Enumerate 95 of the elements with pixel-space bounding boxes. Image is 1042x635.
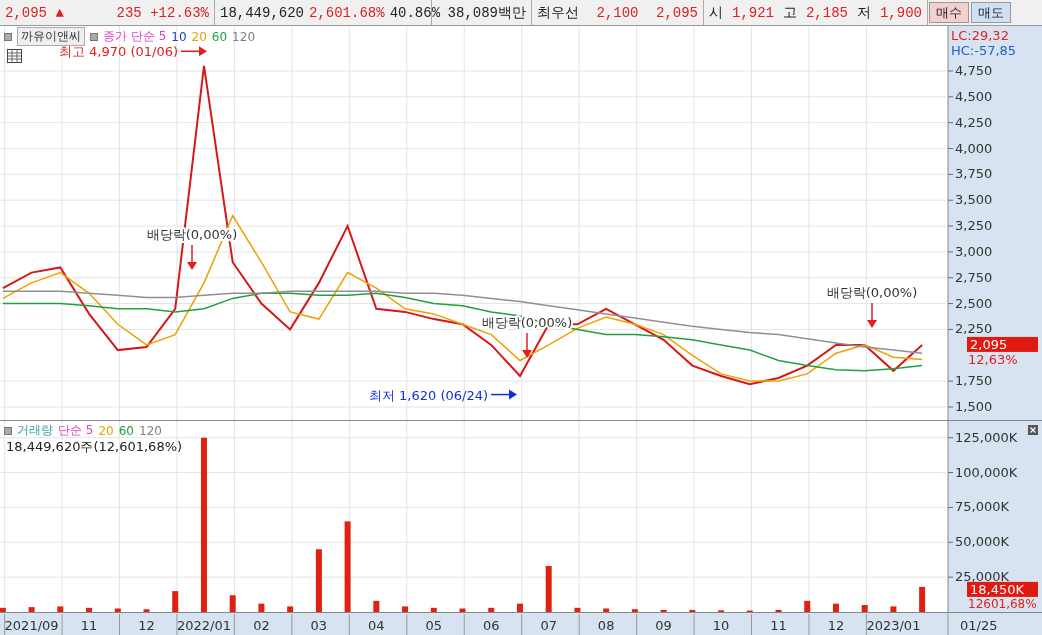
axis-label: 3,750 <box>955 166 993 182</box>
volume-bar <box>315 549 322 612</box>
axis-label: 2,500 <box>955 295 993 311</box>
legend-label: 단순 5 <box>58 422 94 439</box>
axis-label: 50,000K <box>955 534 1009 550</box>
volume-bar <box>919 586 926 612</box>
volume-bar <box>516 603 523 612</box>
date-label: 04 <box>368 618 385 633</box>
price-change: 235 <box>116 4 142 21</box>
date-label: 12 <box>138 618 155 633</box>
volume-bar <box>545 566 552 612</box>
turnover-ratio: 40.86% <box>389 4 441 21</box>
volume-rate: 12601,68% <box>968 596 1037 611</box>
legend-label: 60 <box>211 29 228 44</box>
legend-label: 120 <box>139 423 162 438</box>
best-bid: 2,095 <box>656 4 698 21</box>
up-arrow-icon: ▲ <box>55 4 64 21</box>
legend-label: 거래량 <box>17 422 53 439</box>
date-label: 08 <box>597 618 615 633</box>
current-price: 2,095 <box>5 4 47 21</box>
legend-toggle-icon[interactable] <box>4 426 12 435</box>
annotation-label: 배당락(0,00%) <box>826 284 918 300</box>
date-label: 12 <box>827 618 845 633</box>
axis-label: 1,750 <box>955 373 993 389</box>
volume-rate: 2,601.68% <box>309 4 385 21</box>
change-rate: 12,63% <box>968 351 1018 367</box>
date-label: 10 <box>712 618 730 633</box>
axis-label: 3,000 <box>955 243 993 259</box>
axis-label: 2,750 <box>955 269 993 285</box>
volume-bar <box>890 606 897 612</box>
volume-bar <box>804 600 811 612</box>
axis-label: 2,250 <box>955 321 993 337</box>
axis-label: 4,500 <box>955 88 993 104</box>
close-icon[interactable] <box>1028 425 1038 435</box>
volume-bar <box>172 591 179 612</box>
stock-name-button[interactable]: 까유이앤씨 <box>17 27 85 46</box>
quote-value: 2,185 <box>805 4 848 21</box>
legend-label: 10 <box>171 29 187 44</box>
legend-label: 20 <box>98 423 114 438</box>
volume-bar <box>402 606 409 612</box>
date-label: 2021/09 <box>4 618 59 633</box>
quote-value: 1,900 <box>879 4 922 21</box>
legend-label: 20 <box>191 29 207 44</box>
date-label: 03 <box>310 618 328 633</box>
quote-value: 1,921 <box>732 4 774 21</box>
change-rate: +12.63% <box>150 4 209 21</box>
volume-bar <box>373 600 380 612</box>
lc-value: LC:29,32 <box>951 28 1009 43</box>
hc-value: HC:-57,85 <box>951 43 1017 58</box>
legend-label: 60 <box>118 423 134 438</box>
annotation-label: 최고 4,970 (01/06) <box>58 44 178 60</box>
axis-label: 3,250 <box>955 218 993 234</box>
volume-bar <box>258 603 265 612</box>
date-label: 2022/01 <box>176 618 231 633</box>
volume-bar <box>631 609 638 612</box>
volume-bar <box>861 605 868 612</box>
date-label: 05 <box>425 618 443 633</box>
date-label: 2023/01 <box>866 618 921 633</box>
volume-bar <box>832 603 839 612</box>
best-ask: 2,100 <box>596 4 639 21</box>
axis-label: 1,500 <box>955 398 993 414</box>
volume-summary: 18,449,620주(12,601,68%) <box>6 438 183 456</box>
legend-toggle-icon[interactable] <box>90 32 98 41</box>
volume-bar <box>287 606 294 612</box>
axis-label: 100,000K <box>955 464 1018 480</box>
buy-button[interactable]: 매수 <box>929 2 969 23</box>
date-label: 11 <box>80 618 98 633</box>
date-label: 06 <box>482 618 500 633</box>
trade-amount: 38,089백만 <box>447 3 526 22</box>
date-label: 09 <box>655 618 672 633</box>
axis-label: 4,750 <box>955 62 993 78</box>
quote-label: 고 <box>783 3 797 22</box>
volume-bar <box>28 607 35 612</box>
quote-label: 시 <box>709 3 723 22</box>
axis-label: 75,000K <box>955 499 1009 515</box>
axis-label: 4,000 <box>955 140 993 156</box>
volume-bar <box>143 609 150 612</box>
legend-label: 120 <box>232 29 255 44</box>
axis-label: 3,500 <box>955 192 993 208</box>
sell-button[interactable]: 매도 <box>971 2 1011 23</box>
annotation-label: 최저 1,620 (06/24) <box>368 387 488 403</box>
date-label: 11 <box>770 618 787 633</box>
trade-volume: 18,449,620 <box>220 4 304 21</box>
quote-label: 저 <box>856 3 871 22</box>
axis-label: 4,250 <box>955 114 993 130</box>
date-label: 02 <box>253 618 270 633</box>
legend-label: 종가 단순 5 <box>103 28 167 45</box>
axis-label: 125,000K <box>955 429 1018 445</box>
current-date: 01/25 <box>960 618 998 633</box>
volume-bar <box>229 595 236 612</box>
legend-toggle-icon[interactable] <box>4 32 12 41</box>
date-label: 07 <box>540 618 557 633</box>
best-quote-label: 최우선 <box>537 3 579 22</box>
table-icon[interactable] <box>7 49 22 63</box>
volume-bar <box>57 606 64 612</box>
